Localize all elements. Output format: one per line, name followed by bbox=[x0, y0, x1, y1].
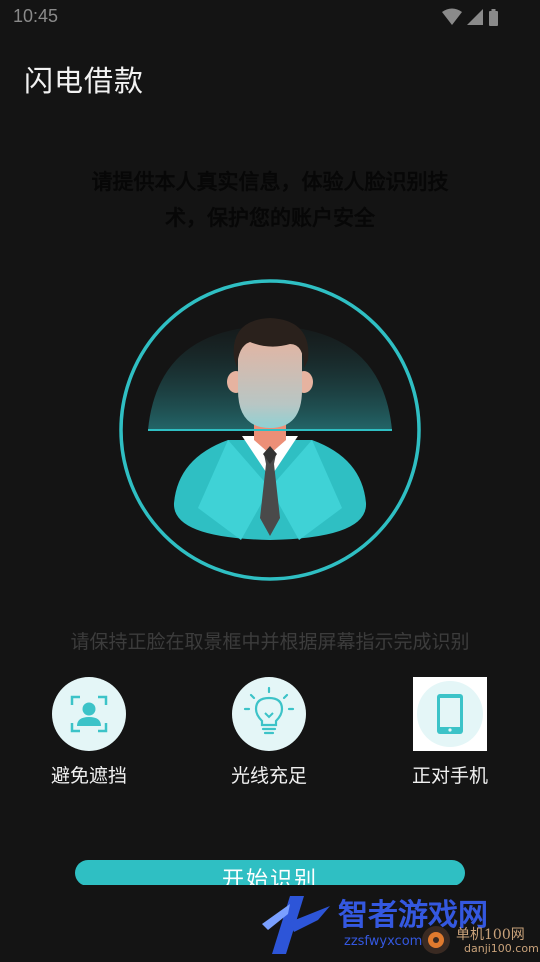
start-button-label: 开始识别 bbox=[221, 868, 318, 886]
wifi-icon bbox=[442, 8, 462, 25]
intro-line-1: 请提供本人真实信息，体验人脸识别技 bbox=[91, 170, 449, 194]
tip-label: 光线充足 bbox=[230, 765, 307, 787]
lightbulb-icon bbox=[232, 677, 306, 751]
tip-face-phone: 正对手机 bbox=[390, 677, 510, 788]
intro-text: 请提供本人真实信息，体验人脸识别技 术，保护您的账户安全 bbox=[50, 164, 490, 236]
status-time: 10:45 bbox=[13, 6, 59, 26]
status-icons bbox=[440, 8, 500, 28]
app-title: 闪电借款 bbox=[24, 64, 145, 98]
tip-label: 避免遮挡 bbox=[50, 765, 127, 787]
hint-text: 请保持正脸在取景框中并根据屏幕指示完成识别 bbox=[70, 631, 470, 653]
badge-subtext: danji100.com bbox=[464, 942, 539, 955]
watermark: 智者游戏网 zzsfwyxcom 单机100网 danji100.com bbox=[258, 890, 540, 960]
signal-icon bbox=[467, 9, 483, 25]
intro-line-2: 术，保护您的账户安全 bbox=[165, 206, 375, 230]
face-frame-icon bbox=[52, 677, 126, 751]
watermark-logo-icon bbox=[262, 896, 330, 954]
phone-icon bbox=[413, 677, 487, 751]
face-illustration-icon bbox=[119, 279, 421, 581]
status-bar: 10:45 bbox=[0, 0, 540, 36]
watermark-url: zzsfwyxcom bbox=[344, 934, 423, 949]
watermark-badge: 单机100网 danji100.com bbox=[418, 922, 540, 958]
face-scanner-frame bbox=[118, 278, 422, 582]
tip-avoid-obstruction: 避免遮挡 bbox=[29, 677, 149, 788]
battery-icon bbox=[489, 9, 498, 26]
start-recognition-button[interactable]: 开始识别 bbox=[75, 860, 465, 886]
tip-label: 正对手机 bbox=[411, 765, 488, 787]
tip-sufficient-light: 光线充足 bbox=[209, 677, 329, 788]
badge-logo-icon bbox=[422, 926, 450, 954]
badge-text: 单机100网 bbox=[456, 927, 525, 943]
